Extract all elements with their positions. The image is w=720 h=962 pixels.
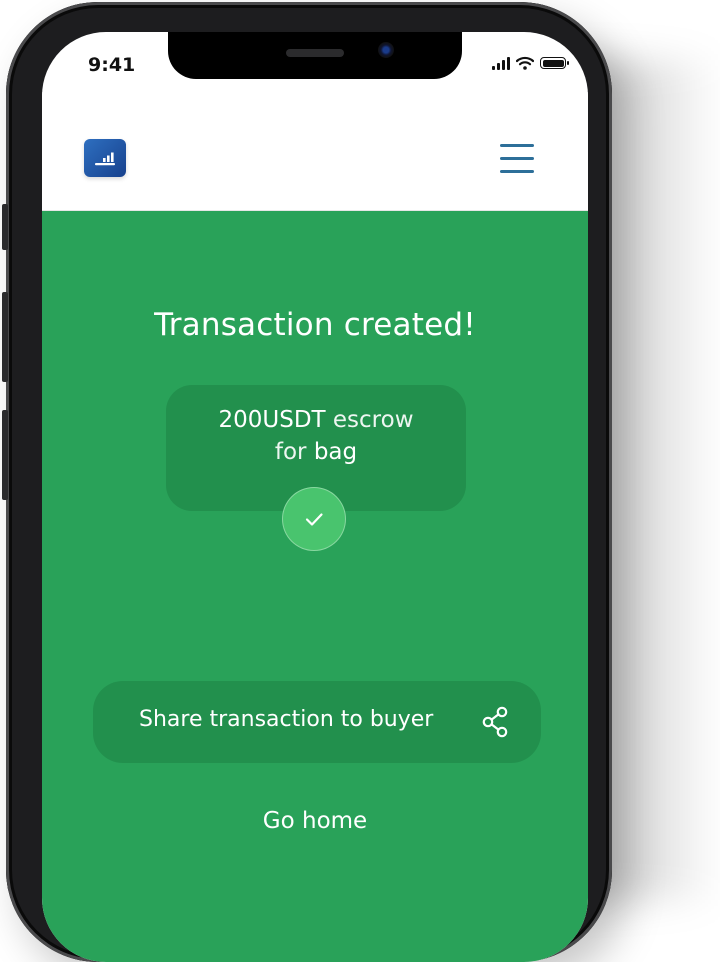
status-bar: 9:41 [42, 32, 588, 92]
transaction-amount: 200USDT [218, 407, 326, 433]
battery-icon [540, 57, 569, 69]
share-transaction-button[interactable]: Share transaction to buyer [93, 681, 541, 763]
wifi-icon [516, 56, 534, 70]
phone-frame: 9:41 Transaction created! 200USDT escrow… [2, 2, 612, 962]
hamburger-menu-icon[interactable] [500, 144, 536, 176]
check-icon [282, 487, 346, 551]
volume-down-button [2, 410, 8, 500]
page-title: Transaction created! [154, 307, 476, 343]
share-button-label: Share transaction to buyer [139, 707, 434, 732]
status-icons [492, 56, 569, 70]
go-home-link[interactable]: Go home [42, 808, 588, 834]
success-screen: Transaction created! 200USDT escrow for … [42, 211, 588, 962]
cellular-signal-icon [492, 56, 510, 70]
card-line-item: for bag [166, 439, 466, 465]
phone-screen: 9:41 Transaction created! 200USDT escrow… [42, 32, 588, 962]
card-line-amount: 200USDT escrow [166, 407, 466, 433]
share-icon [482, 706, 508, 738]
bar-chart-logo-icon[interactable] [84, 139, 126, 177]
transaction-type: escrow [332, 407, 414, 433]
for-label: for [274, 439, 307, 465]
status-time: 9:41 [88, 54, 136, 76]
app-header [42, 92, 588, 211]
mute-switch [2, 204, 8, 250]
volume-up-button [2, 292, 8, 382]
transaction-item: bag [313, 439, 358, 465]
